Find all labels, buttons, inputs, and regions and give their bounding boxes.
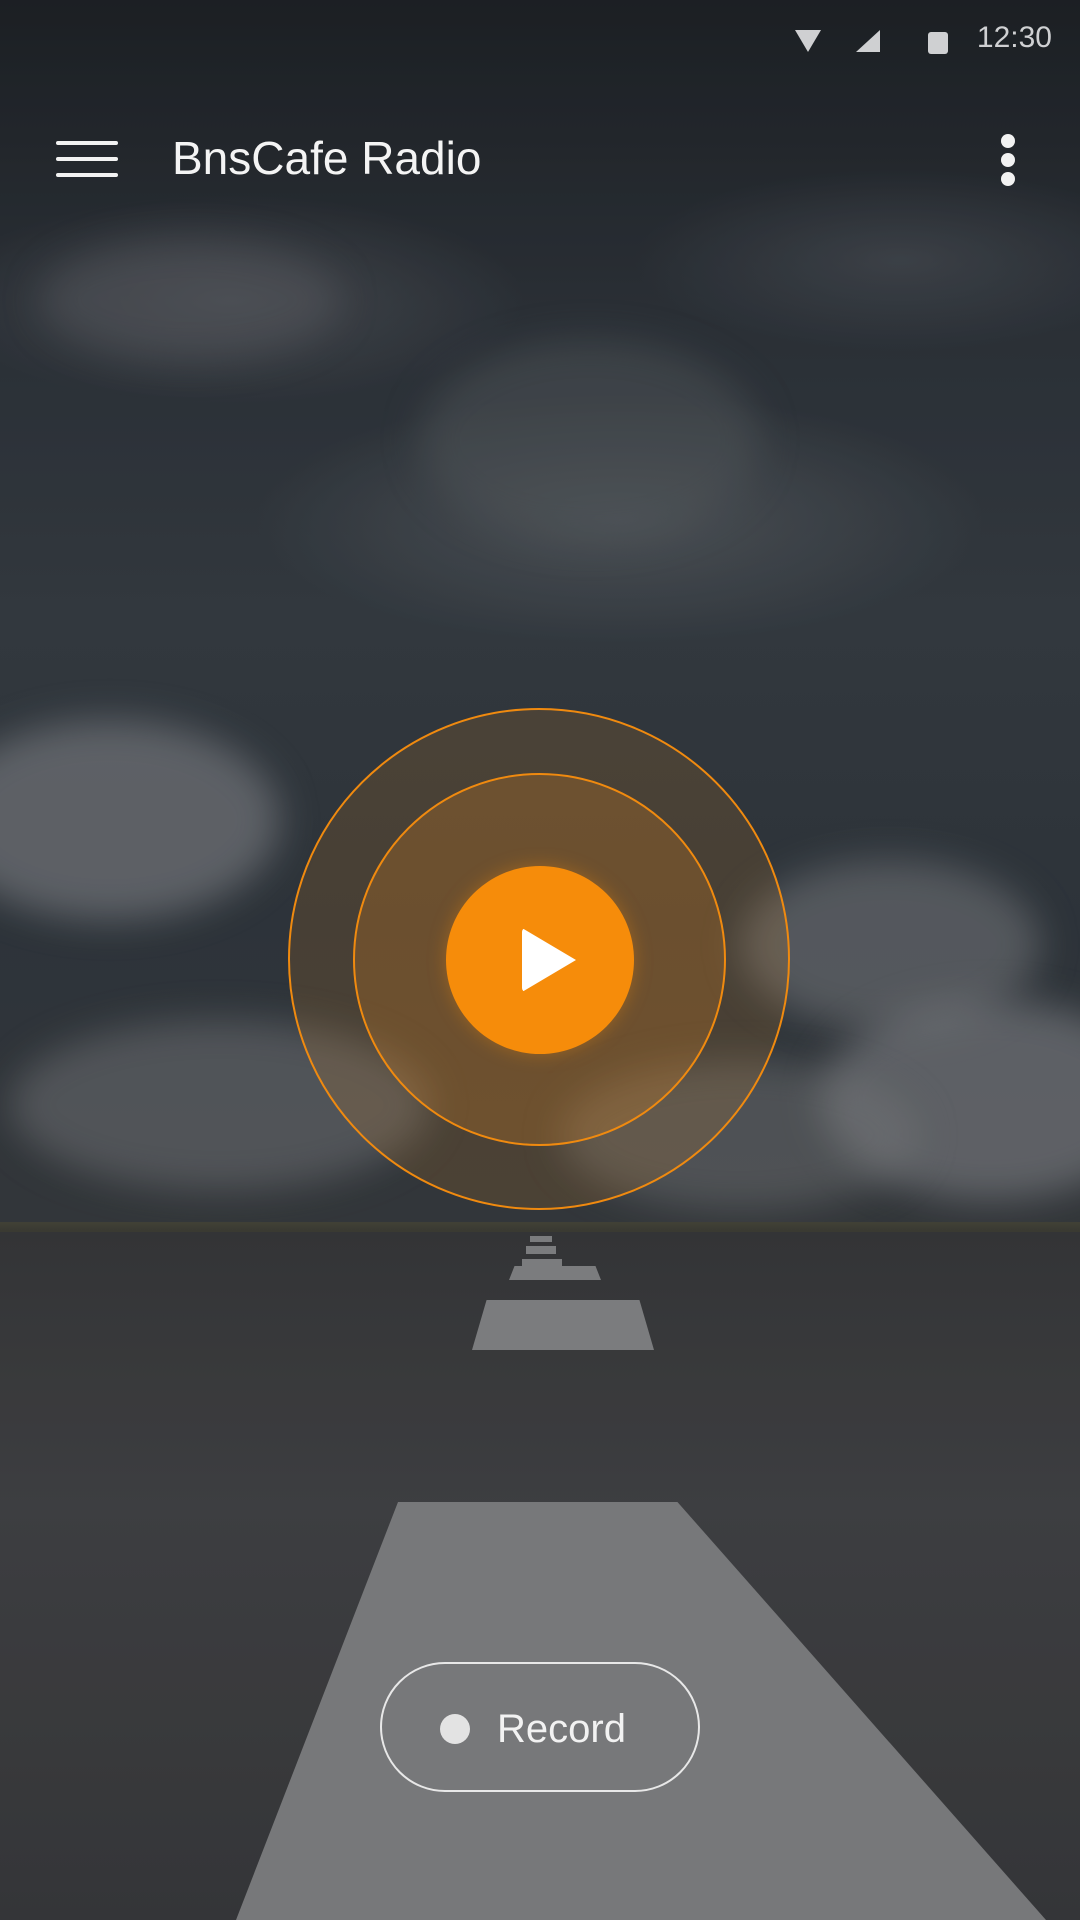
- record-label: Record: [497, 1707, 626, 1751]
- record-button[interactable]: Record: [380, 1662, 700, 1792]
- more-vert-icon[interactable]: [996, 134, 1026, 186]
- cell-signal-icon: [856, 30, 880, 52]
- play-icon: [522, 928, 576, 992]
- app-title: BnsCafe Radio: [172, 132, 482, 184]
- more-dot: [1001, 153, 1015, 167]
- menu-bar: [56, 173, 118, 177]
- status-bar: 12:30: [0, 0, 1080, 78]
- menu-bar: [56, 141, 118, 145]
- radio-screen: 12:30 BnsCafe Radio Record: [0, 0, 1080, 1920]
- app-bar: BnsCafe Radio: [0, 98, 1080, 218]
- menu-icon[interactable]: [56, 141, 118, 177]
- menu-bar: [56, 157, 118, 161]
- battery-icon: [928, 32, 948, 54]
- status-time: 12:30: [976, 21, 1052, 54]
- record-dot-icon: [440, 1714, 470, 1744]
- more-dot: [1001, 172, 1015, 186]
- play-button[interactable]: [446, 866, 634, 1054]
- wifi-icon: [795, 30, 821, 52]
- more-dot: [1001, 134, 1015, 148]
